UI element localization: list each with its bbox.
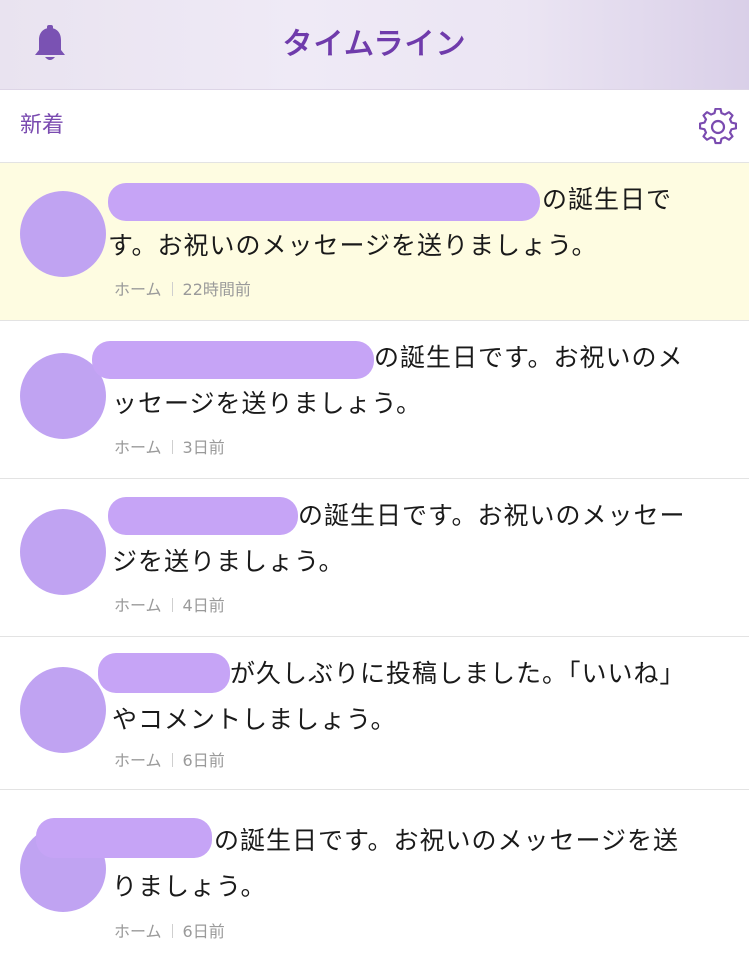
notification-text: の誕生日です。お祝いのメ ッセージを送りましょう。 <box>112 335 725 427</box>
filter-label-new[interactable]: 新着 <box>20 90 64 162</box>
meta-divider <box>171 282 173 296</box>
item-meta: ホーム 3日前 <box>114 434 225 458</box>
page-title: タイムライン <box>282 27 467 62</box>
timeline-item[interactable]: の誕生日です。お祝いのメ ッセージを送りましょう。 ホーム 3日前 <box>0 321 749 479</box>
timeline-screen: タイムライン 新着 の誕生日で す。お祝いのメッセージを送りましょう。 ホーム 2… <box>0 0 749 960</box>
notification-text: の誕生日で す。お祝いのメッセージを送りましょう。 <box>108 177 725 269</box>
notification-text-line2: す。お祝いのメッセージを送りましょう。 <box>108 231 598 260</box>
timestamp: 6日前 <box>182 751 225 770</box>
notification-text-line2: ッセージを送りましょう。 <box>112 389 423 418</box>
notification-text-line2: ジを送りましょう。 <box>112 547 345 576</box>
source-label: ホーム <box>114 438 162 457</box>
notification-text-line1: の誕生日です。お祝いのメッセー <box>298 501 686 530</box>
source-label: ホーム <box>114 596 162 615</box>
notification-text-line2: りましょう。 <box>112 872 267 901</box>
notification-text-line1: の誕生日です。お祝いのメッセージを送 <box>214 826 680 855</box>
app-header: タイムライン <box>0 0 749 90</box>
meta-divider <box>171 598 173 612</box>
notification-text-line2: やコメントしましょう。 <box>112 705 397 734</box>
notification-text-line1: の誕生日で <box>542 185 673 214</box>
avatar[interactable] <box>20 509 106 595</box>
timestamp: 4日前 <box>182 596 225 615</box>
item-meta: ホーム 22時間前 <box>114 276 251 300</box>
avatar[interactable] <box>20 191 106 277</box>
avatar[interactable] <box>20 667 106 753</box>
timestamp: 3日前 <box>182 438 225 457</box>
notification-text: が久しぶりに投稿しました。「いいね」 やコメントしましょう。 <box>112 651 725 743</box>
notification-text: の誕生日です。お祝いのメッセー ジを送りましょう。 <box>112 493 725 585</box>
notification-text-line1: が久しぶりに投稿しました。「いいね」 <box>230 659 686 688</box>
gear-icon[interactable] <box>699 108 737 146</box>
meta-divider <box>171 753 173 767</box>
item-meta: ホーム 6日前 <box>114 747 225 771</box>
notification-text: の誕生日です。お祝いのメッセージを送 りましょう。 <box>112 818 725 910</box>
source-label: ホーム <box>114 280 162 299</box>
meta-divider <box>171 924 173 938</box>
source-label: ホーム <box>114 751 162 770</box>
source-label: ホーム <box>114 922 162 941</box>
meta-divider <box>171 440 173 454</box>
filter-bar: 新着 <box>0 90 749 163</box>
timestamp: 6日前 <box>182 922 225 941</box>
item-meta: ホーム 4日前 <box>114 592 225 616</box>
timeline-item[interactable]: の誕生日です。お祝いのメッセー ジを送りましょう。 ホーム 4日前 <box>0 479 749 637</box>
notification-text-line1: の誕生日です。お祝いのメ <box>374 343 684 372</box>
timeline-item[interactable]: の誕生日です。お祝いのメッセージを送 りましょう。 ホーム 6日前 <box>0 790 749 960</box>
item-meta: ホーム 6日前 <box>114 918 225 942</box>
timeline-item[interactable]: が久しぶりに投稿しました。「いいね」 やコメントしましょう。 ホーム 6日前 <box>0 637 749 790</box>
timeline-item[interactable]: の誕生日で す。お祝いのメッセージを送りましょう。 ホーム 22時間前 <box>0 163 749 321</box>
timestamp: 22時間前 <box>182 280 251 299</box>
